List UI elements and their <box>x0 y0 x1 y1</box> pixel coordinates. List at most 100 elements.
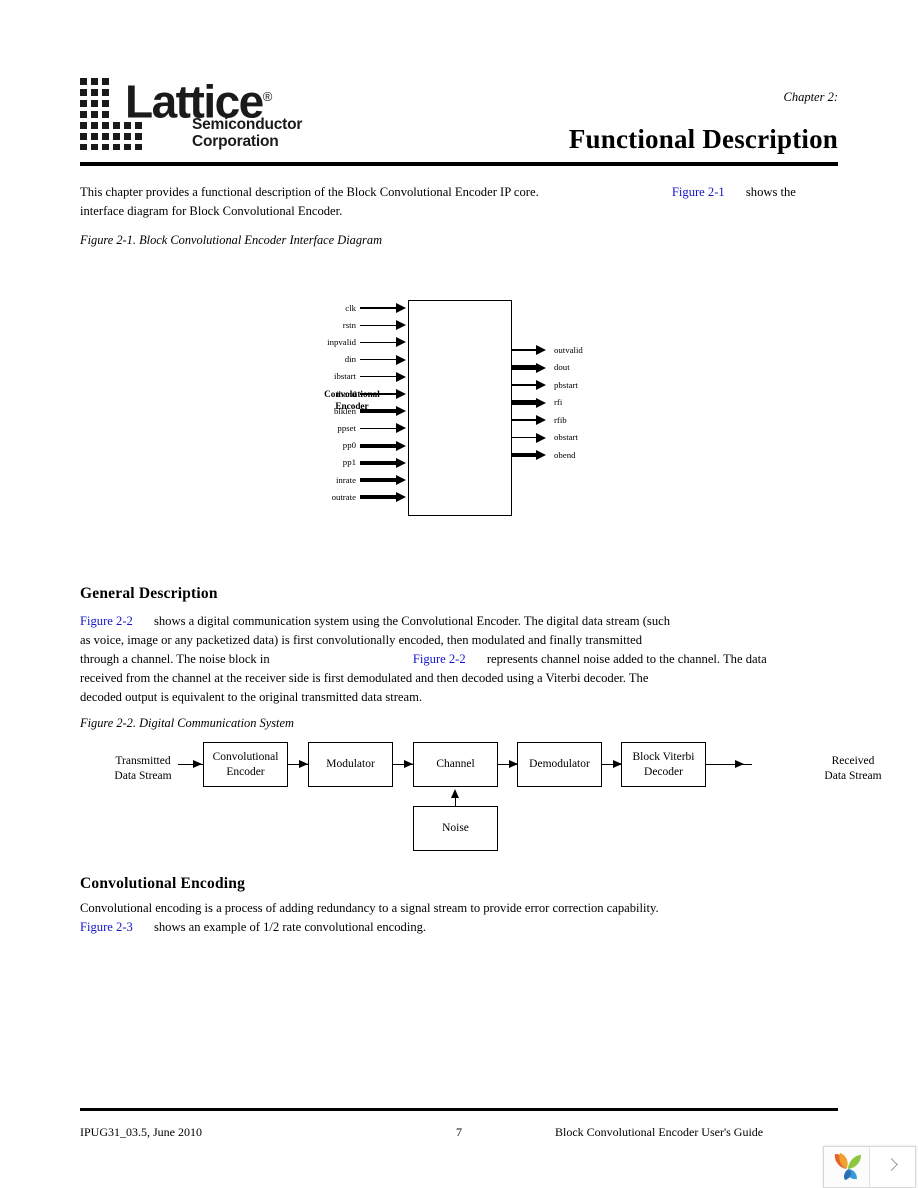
block-2-line1: Channel <box>436 758 475 770</box>
arrow-head-icon <box>396 492 406 503</box>
input-signal-label-rstn: rstn <box>342 319 356 330</box>
input-signal-label-pp0: pp0 <box>342 440 356 451</box>
block-4-text: Block Viterbi Decoder <box>632 750 694 780</box>
input-signal-line-din <box>360 359 398 361</box>
convolutional-encoding-paragraph: Convolutional encoding is a process of a… <box>80 899 840 937</box>
arrow-head-icon <box>396 389 406 399</box>
block-convolutional-encoder: Convolutional Encoder <box>203 742 288 787</box>
block-4-line2: Decoder <box>644 765 683 778</box>
convolutional-encoder-block <box>408 300 512 516</box>
arrow-head-icon <box>396 303 406 313</box>
arrow-head-icon <box>404 760 413 768</box>
input-signal-label-ibstart: ibstart <box>334 371 356 382</box>
input-signal-line-inrate <box>360 477 398 483</box>
document-page: Lattice® Semiconductor Corporation Chapt… <box>0 0 918 1188</box>
header-divider <box>80 162 838 166</box>
output-signal-label-obend: obend <box>554 449 576 460</box>
input-signal-label-ppset: ppset <box>337 422 356 433</box>
logo-subtitle-line1: Semiconductor <box>192 116 303 133</box>
arrow-head-icon <box>536 380 546 390</box>
arrow-head-icon <box>396 354 406 365</box>
chapter-label: Chapter 2: <box>783 90 838 104</box>
output-signal-label-obstart: obstart <box>554 432 578 442</box>
input-signal-label-inrate: inrate <box>335 474 356 485</box>
chevron-right-icon <box>885 1158 898 1171</box>
convolutional-encoding-heading: Convolutional Encoding <box>80 875 246 892</box>
output-signal-label-outvalid: outvalid <box>554 344 583 355</box>
output-signal-label-pbstart: pbstart <box>554 379 578 390</box>
input-signal-line-inpvalid <box>360 341 398 343</box>
block-0-line1: Convolutional <box>212 750 279 763</box>
block-1-line1: Modulator <box>326 758 375 770</box>
figure-2-1-caption: Figure 2-1. Block Convolutional Encoder … <box>80 233 383 247</box>
block-noise: Noise <box>413 806 498 851</box>
input-signal-line-rstn <box>360 324 398 326</box>
footer-divider <box>80 1108 838 1111</box>
output-signal-label-rfib: rfib <box>554 414 567 425</box>
registered-trademark-icon: ® <box>262 89 273 104</box>
gd-line3: through a channel. The noise block in Fi… <box>80 650 840 669</box>
block-modulator: Modulator <box>308 742 393 787</box>
noise-block-text: Noise <box>442 822 469 834</box>
input-signal-line-pp0 <box>360 443 398 448</box>
intro-paragraph: This chapter provides a functional descr… <box>80 183 840 221</box>
arrow-head-up-icon <box>451 789 459 798</box>
block-0-line2: Encoder <box>226 765 265 778</box>
input-signal-line-ibend <box>360 393 398 395</box>
block-4-line1: Block Viterbi <box>632 750 695 763</box>
figure-2-3-link[interactable]: Figure 2-3 <box>80 920 133 934</box>
general-description-heading: General Description <box>80 585 218 602</box>
input-signal-label-outrate: outrate <box>331 491 356 502</box>
block-3-text: Demodulator <box>529 757 590 772</box>
input-signal-label-clk: clk <box>345 302 356 313</box>
arrow-head-icon <box>536 362 546 373</box>
figure-2-1-interface-diagram: Convolutional Encoder clk rstn inpvalid din… <box>300 292 620 522</box>
input-signal-line-outrate <box>360 495 398 500</box>
input-signal-label-blklen: blklen <box>334 405 356 416</box>
block-0-text: Convolutional Encoder <box>213 750 279 780</box>
input-signal-label-pp1: pp1 <box>342 457 356 468</box>
block-channel: Channel <box>413 742 498 787</box>
arrow-head-icon <box>299 760 308 768</box>
next-page-button[interactable] <box>870 1147 915 1187</box>
figure-2-2-link-1[interactable]: Figure 2-2 <box>80 614 133 628</box>
logo-subtitle-line2: Corporation <box>192 133 279 150</box>
intro-text-a: This chapter provides a functional descr… <box>80 185 539 199</box>
transmitted-line1: Transmitted <box>115 755 171 767</box>
arrow-head-icon <box>536 415 546 425</box>
gd-line3-a: through a channel. The noise block in <box>80 652 270 666</box>
figure-2-2-link-2[interactable]: Figure 2-2 <box>413 652 466 666</box>
transmitted-line2: Data Stream <box>114 770 172 782</box>
arrow-head-icon <box>536 397 546 408</box>
viewer-toolbar <box>823 1146 916 1188</box>
figure-2-2-caption: Figure 2-2. Digital Communication System <box>80 716 294 730</box>
block-2-text: Channel <box>436 757 474 772</box>
arrow-head-icon <box>536 450 546 460</box>
arrow-head-icon <box>396 406 406 417</box>
received-line2: Data Stream <box>824 770 882 782</box>
block-1-text: Modulator <box>326 757 375 772</box>
transmitted-data-stream-label: Transmitted Data Stream <box>88 754 198 784</box>
arrow-head-icon <box>396 337 406 348</box>
arrow-head-icon <box>396 457 406 468</box>
gd-line4: received from the channel at the receive… <box>80 671 649 685</box>
viewer-brand-button[interactable] <box>824 1147 870 1187</box>
intro-text-b: shows the <box>745 185 796 199</box>
page-title: Functional Description <box>568 124 838 154</box>
footer-guide-title: Block Convolutional Encoder User's Guide <box>555 1125 764 1139</box>
gd-line1-rest: shows a digital communication system usi… <box>153 614 671 628</box>
input-signal-label-inpvalid: inpvalid <box>327 336 356 347</box>
footer-page-number: 7 <box>456 1125 462 1139</box>
arrow-head-icon <box>396 423 406 434</box>
block-3-line1: Demodulator <box>529 758 590 770</box>
figure-2-1-link[interactable]: Figure 2-1 <box>672 185 725 199</box>
arrow-head-icon <box>396 440 406 451</box>
input-signal-label-din: din <box>344 354 356 365</box>
received-data-stream-label: Received Data Stream <box>698 754 898 784</box>
figure-2-2-block-diagram: Transmitted Data Stream Convolutional En… <box>80 736 882 861</box>
ce-line2-rest: shows an example of 1/2 rate convolution… <box>153 920 427 934</box>
general-description-paragraph: Figure 2-2 shows a digital communication… <box>80 612 840 707</box>
lattice-logo: Lattice® Semiconductor Corporation <box>80 78 350 150</box>
input-signal-line-clk <box>360 307 398 309</box>
input-signal-line-ibstart <box>360 376 398 378</box>
